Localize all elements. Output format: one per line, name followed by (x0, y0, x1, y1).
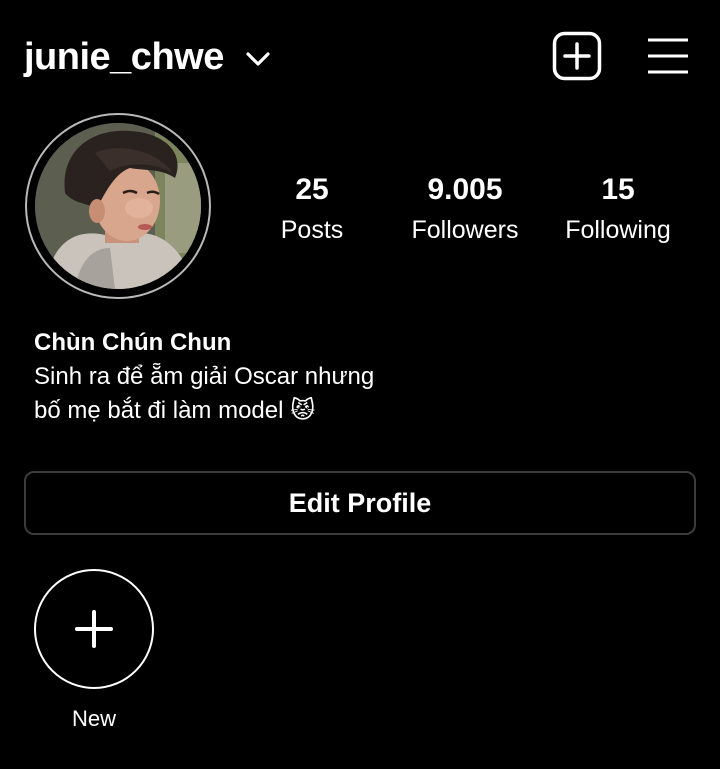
plus-icon (75, 610, 113, 648)
hamburger-menu-icon (648, 38, 688, 74)
followers-count: 9.005 (427, 173, 503, 206)
display-name: Chùn Chún Chun (34, 329, 232, 356)
followers-label: Followers (411, 216, 519, 244)
menu-button[interactable] (646, 36, 690, 76)
avatar (35, 123, 201, 289)
profile-avatar[interactable] (25, 113, 211, 299)
profile-header: junie_chwe (0, 0, 720, 115)
edit-profile-button[interactable]: Edit Profile (24, 471, 696, 535)
new-highlight-button[interactable] (34, 569, 154, 689)
posts-count: 25 (295, 173, 329, 206)
stat-followers[interactable]: 9.005 Followers (390, 170, 540, 250)
following-label: Following (565, 216, 671, 244)
stat-following[interactable]: 15 Following (543, 170, 693, 250)
bio-line: bố mẹ bắt đi làm model 😾 (34, 397, 316, 424)
profile-photo (35, 123, 201, 289)
stat-posts[interactable]: 25 Posts (237, 170, 387, 250)
chevron-down-icon (244, 45, 272, 73)
username: junie_chwe (24, 36, 224, 78)
bio-line: Sinh ra để ẵm giải Oscar nhưng (34, 363, 375, 390)
account-switcher[interactable]: junie_chwe (24, 30, 272, 84)
plus-square-icon (552, 31, 602, 81)
posts-label: Posts (280, 216, 344, 244)
following-count: 15 (601, 173, 635, 206)
new-highlight-label: New (71, 706, 116, 731)
new-post-button[interactable] (552, 31, 602, 81)
profile-bio: Chùn Chún Chun Sinh ra để ẵm giải Oscar … (34, 326, 684, 428)
